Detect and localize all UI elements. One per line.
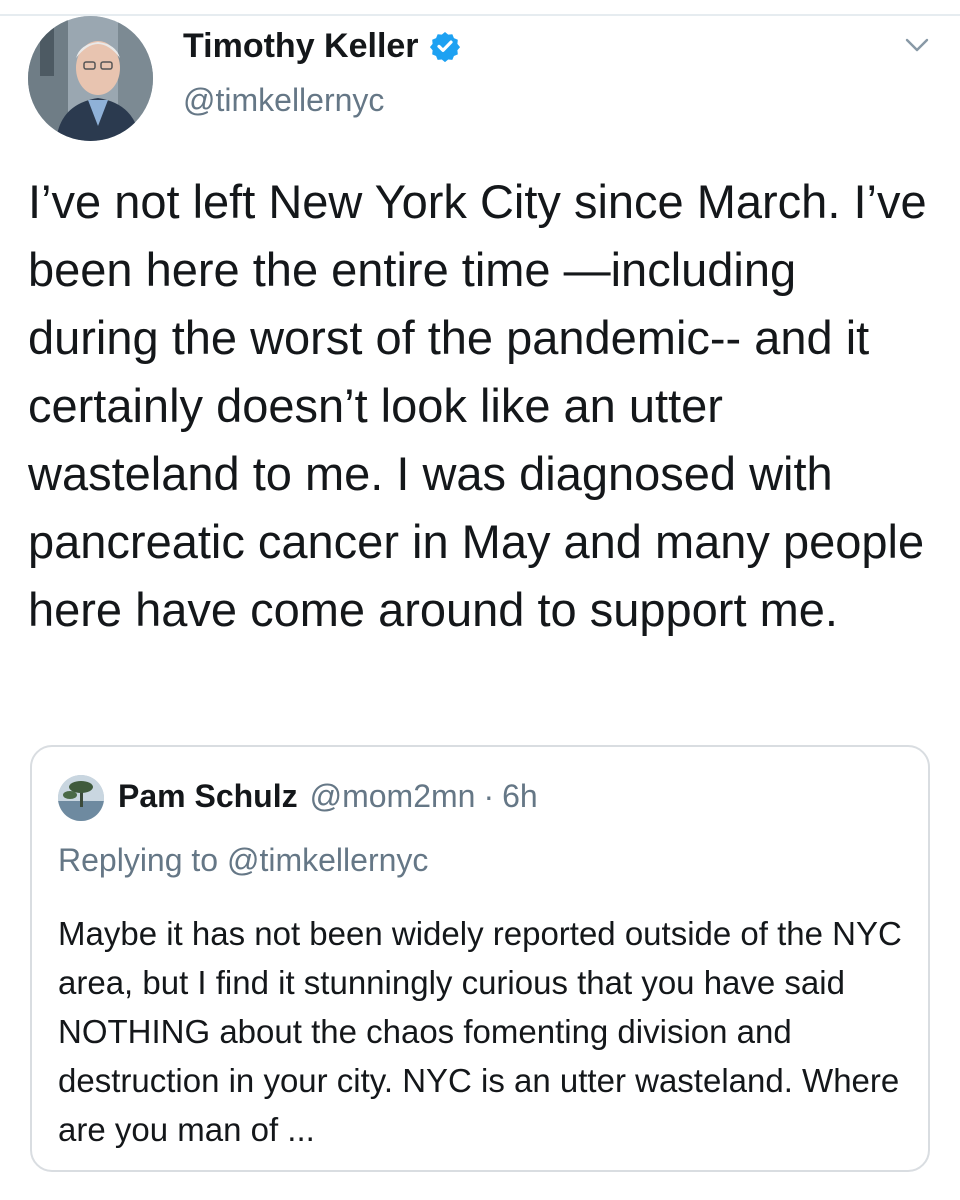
replying-to-handle[interactable]: @timkellernyc — [227, 842, 428, 878]
top-divider — [0, 14, 960, 16]
replying-to-line: Replying to @timkellernyc — [58, 837, 428, 883]
header-separator: · — [483, 778, 495, 814]
author-name[interactable]: Timothy Keller — [183, 22, 419, 70]
quoted-author-handle[interactable]: @mom2mn — [310, 773, 476, 819]
replying-to-label: Replying to — [58, 842, 219, 878]
author-handle[interactable]: @timkellernyc — [183, 78, 384, 122]
author-avatar-image — [28, 16, 153, 141]
quoted-author-avatar-image — [58, 775, 104, 821]
verified-badge-icon — [429, 30, 461, 62]
author-avatar[interactable] — [28, 16, 153, 141]
author-name-row: Timothy Keller — [183, 22, 461, 70]
quoted-tweet-text: Maybe it has not been widely reported ou… — [58, 915, 902, 1148]
quoted-tweet-timestamp[interactable]: 6h — [502, 773, 538, 819]
quoted-tweet-card[interactable]: Pam Schulz @mom2mn · 6h Replying to @tim… — [30, 745, 930, 1172]
tweet-view: Timothy Keller @timkellernyc I’ve not le… — [0, 0, 960, 1200]
quoted-author-avatar[interactable] — [58, 775, 104, 821]
tweet-text: I’ve not left New York City since March.… — [28, 175, 927, 636]
quoted-author-name[interactable]: Pam Schulz — [118, 773, 298, 819]
chevron-down-icon[interactable] — [900, 28, 934, 62]
quoted-tweet-header: Pam Schulz @mom2mn · 6h — [118, 773, 538, 819]
